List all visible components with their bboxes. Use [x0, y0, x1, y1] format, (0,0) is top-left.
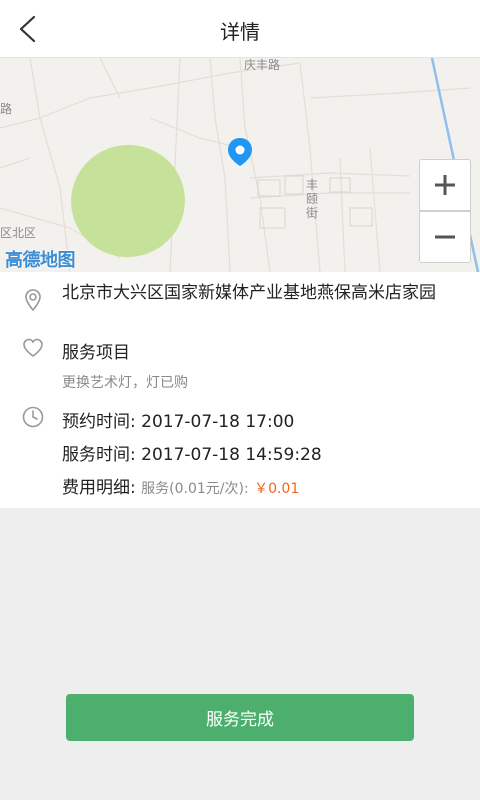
- location-pin-icon: [228, 138, 252, 166]
- zoom-out-button[interactable]: [419, 211, 471, 263]
- service-time-label: 服务时间:: [62, 445, 136, 465]
- fee-amount: ￥0.01: [254, 481, 300, 497]
- fee-label: 费用明细:: [62, 478, 136, 498]
- appointment-time-value: 2017-07-18 17:00: [141, 412, 295, 432]
- service-time-value: 2017-07-18 14:59:28: [141, 445, 322, 465]
- map-background: [0, 58, 480, 272]
- park-area: [71, 144, 185, 258]
- minus-icon: [435, 235, 455, 239]
- service-description: 更换艺术灯，灯已购: [62, 375, 188, 391]
- fee-detail: 服务(0.01元/次):: [141, 481, 249, 497]
- map-road-fragment-label: 路: [0, 102, 13, 116]
- appointment-time-label: 预约时间:: [62, 412, 136, 432]
- map-street-label: 丰颐街: [306, 178, 319, 220]
- fee-line: 费用明细: 服务(0.01元/次): ￥0.01: [62, 473, 299, 498]
- clock-icon: [22, 406, 44, 428]
- service-time-line: 服务时间: 2017-07-18 14:59:28: [62, 440, 322, 465]
- location-outline-icon: [25, 289, 41, 312]
- service-complete-button[interactable]: 服务完成: [66, 694, 414, 741]
- map-view[interactable]: 庆丰路 路 丰颐街 区北区 高德地图: [0, 58, 480, 272]
- heart-outline-icon: [23, 338, 43, 357]
- zoom-in-button[interactable]: [419, 159, 471, 211]
- page-title: 详情: [220, 20, 260, 44]
- service-title: 服务项目: [62, 343, 130, 363]
- app-header: 详情: [0, 0, 480, 58]
- map-road-label: 庆丰路: [244, 58, 281, 72]
- map-district-label: 区北区: [0, 226, 37, 240]
- service-address: 北京市大兴区国家新媒体产业基地燕保高米店家园: [62, 283, 436, 303]
- plus-icon: [435, 175, 455, 195]
- appointment-time-line: 预约时间: 2017-07-18 17:00: [62, 407, 294, 432]
- order-details: 北京市大兴区国家新媒体产业基地燕保高米店家园 服务项目 更换艺术灯，灯已购 预约…: [0, 272, 480, 508]
- amap-logo: 高德地图: [5, 250, 76, 271]
